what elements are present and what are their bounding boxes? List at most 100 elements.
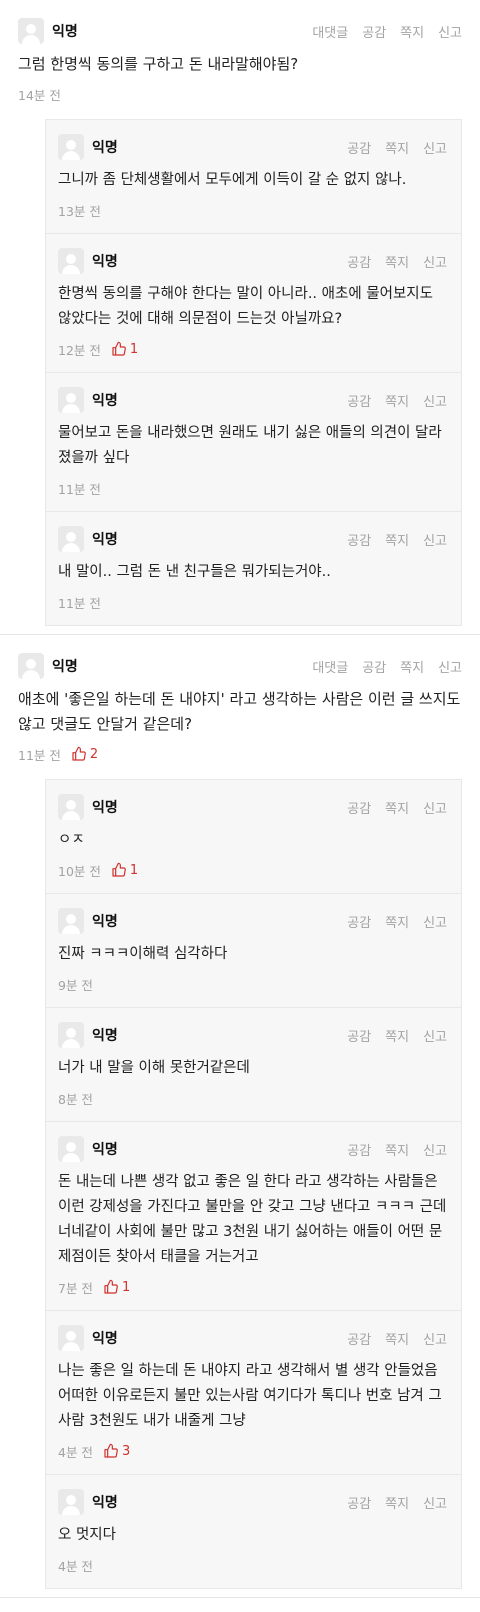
user-avatar-icon: [58, 526, 84, 552]
like-button[interactable]: 공감: [347, 1140, 371, 1159]
author-name: 익명: [52, 659, 78, 675]
comment-actions: 공감 쪽지 신고: [333, 1329, 447, 1348]
comment-actions: 공감 쪽지 신고: [333, 1493, 447, 1512]
user-avatar-icon: [58, 134, 84, 160]
reply-header: 익명 공감 쪽지 신고: [58, 1134, 447, 1164]
avatar-head: [66, 1142, 76, 1152]
thumbs-up-icon: [104, 1443, 118, 1458]
reply-item: 익명 공감 쪽지 신고 오 멋지다 4분 전: [45, 1475, 462, 1589]
author-name: 익명: [92, 800, 118, 816]
user-avatar-icon: [58, 908, 84, 934]
message-button[interactable]: 쪽지: [385, 912, 409, 931]
message-button[interactable]: 쪽지: [385, 252, 409, 271]
user-avatar-icon: [58, 1325, 84, 1351]
reply-button[interactable]: 대댓글: [312, 657, 348, 676]
like-button[interactable]: 공감: [362, 22, 386, 41]
reply-item: 익명 공감 쪽지 신고 한명씩 동의를 구해야 한다는 말이 아니라.. 애초에 물어보…: [45, 234, 462, 373]
comment-actions: 공감 쪽지 신고: [333, 1140, 447, 1159]
avatar-body: [62, 543, 80, 552]
comment-item: 익명 대댓글 공감 쪽지 신고 애초에 '좋은일 하는데 돈 내야지' 라고 생각하는 사…: [0, 635, 480, 1598]
reply-item: 익명 공감 쪽지 신고 내 말이.. 그럼 돈 낸 친구들은 뭐가되는거야.. 11분 전: [45, 512, 462, 626]
thumbs-up-icon: [72, 746, 86, 761]
thumbs-up-icon: [112, 341, 126, 356]
reply-text: 너가 내 말을 이해 못한거같은데: [58, 1060, 250, 1076]
reply-text: 돈 내는데 나쁜 생각 없고 좋은 일 한다 라고 생각하는 사람들은 이런 강…: [58, 1174, 447, 1265]
comment-actions: 공감 쪽지 신고: [333, 912, 447, 931]
comment-actions: 공감 쪽지 신고: [333, 798, 447, 817]
reply-text: 한명씩 동의를 구해야 한다는 말이 아니라.. 애초에 물어보지도 않았다는 …: [58, 286, 433, 327]
report-button[interactable]: 신고: [423, 252, 447, 271]
like-button[interactable]: 공감: [347, 1026, 371, 1045]
comment-actions: 공감 쪽지 신고: [333, 1026, 447, 1045]
like-count[interactable]: 1: [111, 341, 138, 357]
report-button[interactable]: 신고: [438, 657, 462, 676]
message-button[interactable]: 쪽지: [385, 1329, 409, 1348]
like-count[interactable]: 3: [103, 1443, 130, 1459]
message-button[interactable]: 쪽지: [385, 1026, 409, 1045]
parent-comment: 익명 대댓글 공감 쪽지 신고그럼 한명씩 동의를 구하고 돈 내라말해야됨? 14분 전: [0, 0, 480, 105]
message-button[interactable]: 쪽지: [400, 657, 424, 676]
thumbs-up-icon: [112, 862, 126, 877]
comment-meta: 9분 전: [58, 973, 447, 995]
message-button[interactable]: 쪽지: [385, 530, 409, 549]
reply-button[interactable]: 대댓글: [312, 22, 348, 41]
like-button[interactable]: 공감: [347, 798, 371, 817]
report-button[interactable]: 신고: [423, 1140, 447, 1159]
like-button[interactable]: 공감: [362, 657, 386, 676]
message-button[interactable]: 쪽지: [385, 798, 409, 817]
timestamp: 11분 전: [58, 481, 101, 497]
comment-meta: 12분 전 1: [58, 338, 447, 360]
message-button[interactable]: 쪽지: [385, 1493, 409, 1512]
author-name: 익명: [52, 24, 78, 40]
like-button[interactable]: 공감: [347, 530, 371, 549]
timestamp: 14분 전: [18, 87, 61, 103]
report-button[interactable]: 신고: [423, 138, 447, 157]
timestamp: 9분 전: [58, 977, 93, 993]
avatar-head: [66, 1331, 76, 1341]
report-button[interactable]: 신고: [423, 530, 447, 549]
report-button[interactable]: 신고: [423, 1026, 447, 1045]
message-button[interactable]: 쪽지: [400, 22, 424, 41]
like-count[interactable]: 2: [71, 746, 98, 762]
comment-actions: 대댓글 공감 쪽지 신고: [298, 657, 462, 676]
avatar-head: [66, 1495, 76, 1505]
avatar-body: [62, 811, 80, 820]
report-button[interactable]: 신고: [423, 912, 447, 931]
like-count-value: 1: [129, 862, 139, 878]
avatar-body: [22, 35, 40, 44]
like-button[interactable]: 공감: [347, 391, 371, 410]
reply-header: 익명 공감 쪽지 신고: [58, 1487, 447, 1517]
message-button[interactable]: 쪽지: [385, 138, 409, 157]
timestamp: 7분 전: [58, 1280, 93, 1296]
like-button[interactable]: 공감: [347, 1493, 371, 1512]
report-button[interactable]: 신고: [423, 1329, 447, 1348]
author-name: 익명: [92, 1331, 118, 1347]
reply-header: 익명 공감 쪽지 신고: [58, 1323, 447, 1353]
report-button[interactable]: 신고: [423, 1493, 447, 1512]
avatar-body: [62, 151, 80, 160]
comment-text: 그럼 한명씩 동의를 구하고 돈 내라말해야됨?: [18, 55, 299, 73]
like-count[interactable]: 1: [111, 862, 138, 878]
comment-header: 익명 대댓글 공감 쪽지 신고: [18, 16, 462, 46]
reply-text: ㅇㅈ: [58, 832, 85, 848]
like-button[interactable]: 공감: [347, 252, 371, 271]
avatar-head: [66, 393, 76, 403]
comment-header: 익명 대댓글 공감 쪽지 신고: [18, 651, 462, 681]
like-button[interactable]: 공감: [347, 1329, 371, 1348]
avatar-body: [62, 265, 80, 274]
like-count[interactable]: 1: [103, 1279, 130, 1295]
report-button[interactable]: 신고: [423, 798, 447, 817]
like-count-value: 1: [121, 1279, 131, 1295]
like-button[interactable]: 공감: [347, 912, 371, 931]
comment-meta: 4분 전: [58, 1554, 447, 1576]
avatar-body: [62, 1506, 80, 1515]
timestamp: 10분 전: [58, 863, 101, 879]
message-button[interactable]: 쪽지: [385, 391, 409, 410]
report-button[interactable]: 신고: [423, 391, 447, 410]
report-button[interactable]: 신고: [438, 22, 462, 41]
like-button[interactable]: 공감: [347, 138, 371, 157]
avatar-head: [26, 659, 36, 669]
reply-item: 익명 공감 쪽지 신고 물어보고 돈을 내라했으면 원래도 내기 싫은 애들의 의견이 …: [45, 373, 462, 512]
timestamp: 8분 전: [58, 1091, 93, 1107]
message-button[interactable]: 쪽지: [385, 1140, 409, 1159]
